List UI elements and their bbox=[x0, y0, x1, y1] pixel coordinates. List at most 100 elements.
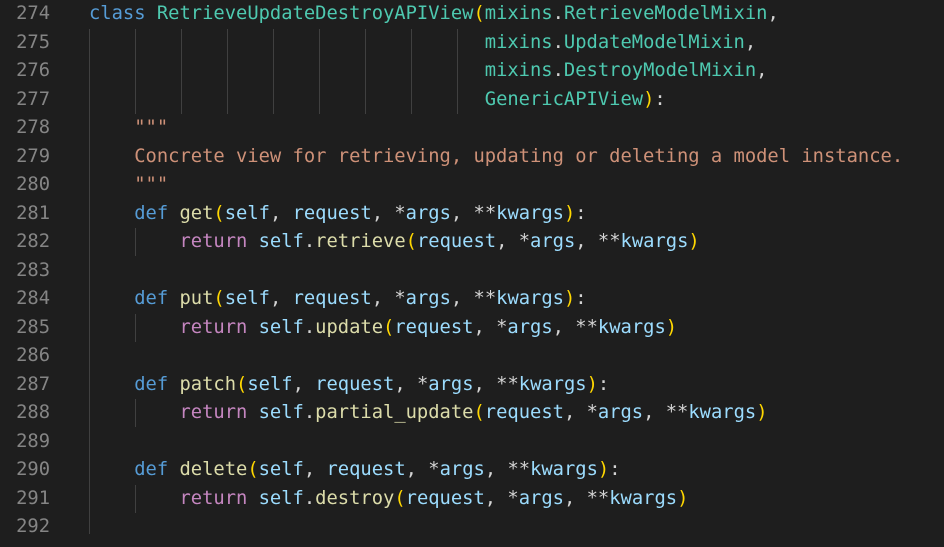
code-line[interactable]: 281 def get(self, request, *args, **kwar… bbox=[0, 200, 944, 229]
line-number: 285 bbox=[16, 316, 50, 338]
code-token: args bbox=[428, 373, 474, 395]
code-token: , bbox=[269, 202, 293, 224]
code-token: args bbox=[405, 202, 451, 224]
code-line[interactable]: 278 """ bbox=[0, 114, 944, 143]
code-token: , bbox=[269, 288, 293, 309]
code-token: * bbox=[394, 202, 406, 224]
code-text[interactable]: def patch(self, request, *args, **kwargs… bbox=[89, 371, 609, 400]
code-token: kwargs bbox=[597, 316, 666, 338]
line-number: 291 bbox=[16, 487, 50, 509]
code-token: patch bbox=[179, 373, 237, 395]
code-token: partial_update bbox=[315, 402, 474, 423]
code-token: ) bbox=[563, 288, 576, 309]
code-token: * bbox=[428, 459, 440, 480]
code-line[interactable]: 279 Concrete view for retrieving, updati… bbox=[0, 143, 944, 172]
code-token: mixins bbox=[484, 60, 553, 81]
code-text[interactable]: """ bbox=[89, 114, 168, 143]
code-token: class bbox=[89, 3, 146, 24]
code-line[interactable]: 277 GenericAPIView): bbox=[0, 86, 944, 115]
code-line[interactable]: 287 def patch(self, request, *args, **kw… bbox=[0, 371, 944, 400]
code-token: return bbox=[179, 402, 248, 423]
code-line[interactable]: 289 bbox=[0, 428, 944, 457]
code-line[interactable]: 276 mixins.DestroyModelMixin, bbox=[0, 57, 944, 86]
code-token: def bbox=[134, 288, 169, 309]
code-token: , bbox=[484, 487, 508, 509]
line-number: 274 bbox=[16, 3, 50, 24]
code-line[interactable]: 280 """ bbox=[0, 171, 944, 200]
code-token: self bbox=[258, 459, 304, 480]
code-line[interactable]: 292 bbox=[0, 513, 944, 542]
code-token: DestroyModelMixin bbox=[563, 60, 757, 81]
line-number: 280 bbox=[16, 174, 50, 195]
code-token: : bbox=[654, 88, 666, 110]
code-line[interactable]: 290 def delete(self, request, *args, **k… bbox=[0, 456, 944, 485]
code-line[interactable]: 286 bbox=[0, 342, 944, 371]
code-token: , bbox=[450, 288, 474, 309]
code-token: . bbox=[552, 31, 564, 53]
code-token: self bbox=[247, 373, 293, 395]
line-number: 283 bbox=[16, 259, 50, 281]
code-token: . bbox=[552, 3, 564, 24]
code-token: ) bbox=[665, 316, 678, 338]
code-token: * bbox=[416, 373, 429, 395]
code-text[interactable]: return self.partial_update(request, *arg… bbox=[89, 399, 767, 428]
code-token: kwargs bbox=[620, 231, 689, 252]
code-text[interactable]: mixins.DestroyModelMixin, bbox=[89, 57, 768, 86]
code-token: ( bbox=[473, 402, 485, 423]
code-token: ) bbox=[688, 231, 700, 252]
code-line[interactable]: 283 bbox=[0, 257, 944, 286]
code-text[interactable]: return self.retrieve(request, *args, **k… bbox=[89, 228, 700, 257]
code-text[interactable]: GenericAPIView): bbox=[89, 86, 666, 115]
code-text[interactable]: mixins.UpdateModelMixin, bbox=[89, 29, 756, 58]
code-token: kwargs bbox=[530, 459, 598, 480]
code-line[interactable]: 288 return self.partial_update(request, … bbox=[0, 399, 944, 428]
code-token: ** bbox=[665, 402, 689, 423]
code-token: def bbox=[134, 373, 169, 395]
code-token: request bbox=[405, 487, 485, 509]
code-token: kwargs bbox=[496, 288, 564, 309]
code-token: ( bbox=[473, 3, 485, 24]
code-token: get bbox=[179, 202, 214, 224]
code-token: ) bbox=[597, 459, 610, 480]
code-line[interactable]: 274 class RetrieveUpdateDestroyAPIView(mi… bbox=[0, 0, 944, 29]
code-text[interactable]: return self.destroy(request, *args, **kw… bbox=[89, 485, 688, 514]
code-token: delete bbox=[179, 459, 248, 480]
code-token: kwargs bbox=[609, 487, 678, 509]
line-number: 278 bbox=[16, 117, 50, 138]
code-token: * bbox=[394, 288, 406, 309]
code-token: request bbox=[315, 373, 395, 395]
code-token: Concrete view for retrieving, updating o… bbox=[89, 145, 904, 167]
code-line[interactable]: 282 return self.retrieve(request, *args,… bbox=[0, 228, 944, 257]
code-token: , bbox=[643, 402, 666, 423]
code-token: ** bbox=[473, 202, 497, 224]
code-text[interactable]: Concrete view for retrieving, updating o… bbox=[89, 143, 903, 172]
code-text[interactable]: """ bbox=[89, 171, 168, 200]
code-text[interactable]: class RetrieveUpdateDestroyAPIView(mixin… bbox=[89, 0, 779, 29]
code-token: self bbox=[224, 288, 270, 309]
code-token: , bbox=[744, 31, 757, 53]
code-token: , bbox=[303, 459, 327, 480]
code-token: ( bbox=[247, 459, 259, 480]
code-token: kwargs bbox=[688, 402, 757, 423]
code-line[interactable]: 291 return self.destroy(request, *args, … bbox=[0, 485, 944, 514]
code-text[interactable]: def put(self, request, *args, **kwargs): bbox=[89, 285, 587, 314]
code-token: : bbox=[575, 288, 587, 309]
code-line[interactable]: 275 mixins.UpdateModelMixin, bbox=[0, 29, 944, 58]
code-editor[interactable]: 274 class RetrieveUpdateDestroyAPIView(mi… bbox=[0, 0, 944, 547]
code-line[interactable]: 285 return self.update(request, *args, *… bbox=[0, 314, 944, 343]
code-text[interactable]: def delete(self, request, *args, **kwarg… bbox=[89, 456, 620, 485]
code-text[interactable]: def get(self, request, *args, **kwargs): bbox=[89, 200, 586, 229]
code-token: put bbox=[179, 288, 214, 309]
code-token: , bbox=[563, 487, 587, 509]
code-line[interactable]: 284 def put(self, request, *args, **kwar… bbox=[0, 285, 944, 314]
code-token: , bbox=[292, 373, 316, 395]
code-text[interactable]: return self.update(request, *args, **kwa… bbox=[89, 314, 677, 343]
